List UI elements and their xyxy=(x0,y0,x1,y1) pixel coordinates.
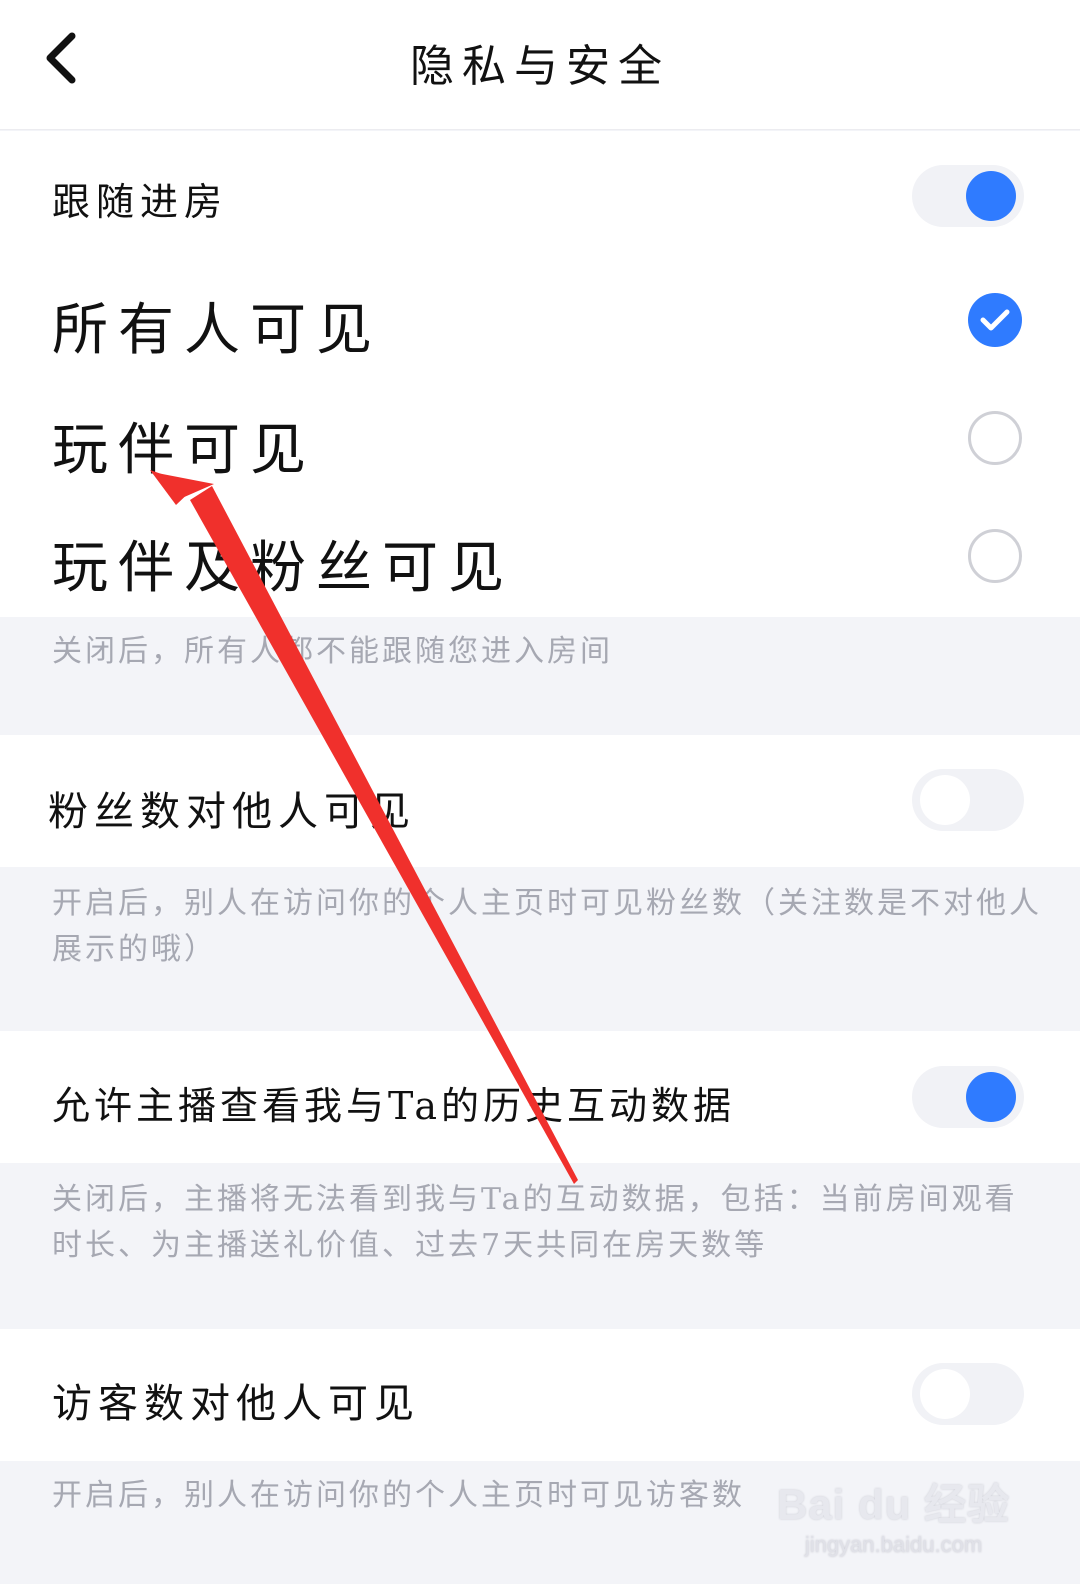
option-everyone-row[interactable]: 所有人可见 xyxy=(0,261,1080,381)
toggle-knob xyxy=(966,171,1016,221)
visitors-visible-row: 访客数对他人可见 xyxy=(0,1329,1080,1461)
header-bar: 隐私与安全 xyxy=(0,0,1080,130)
fans-visible-toggle[interactable] xyxy=(912,769,1024,831)
option-playmates-fans-radio[interactable] xyxy=(968,529,1022,583)
follow-into-room-toggle[interactable] xyxy=(912,165,1024,227)
interaction-data-toggle[interactable] xyxy=(912,1066,1024,1128)
interaction-description-block: 关闭后，主播将无法看到我与Ta的互动数据，包括：当前房间观看时长、为主播送礼价值… xyxy=(0,1163,1080,1329)
fans-description-block: 开启后，别人在访问你的个人主页时可见粉丝数（关注数是不对他人展示的哦） xyxy=(0,867,1080,1031)
toggle-knob xyxy=(966,1072,1016,1122)
fans-visible-label: 粉丝数对他人可见 xyxy=(48,789,416,835)
follow-into-room-row: 跟随进房 xyxy=(0,131,1080,261)
toggle-knob xyxy=(920,1369,970,1419)
option-playmates-label: 玩伴可见 xyxy=(52,418,316,483)
visitors-visible-toggle[interactable] xyxy=(912,1363,1024,1425)
option-everyone-radio[interactable] xyxy=(968,293,1022,347)
watermark-url: jingyan.baidu.com xyxy=(804,1532,983,1557)
follow-description-block: 关闭后，所有人都不能跟随您进入房间 xyxy=(0,617,1080,735)
interaction-data-row: 允许主播查看我与Ta的历史互动数据 xyxy=(0,1031,1080,1163)
option-playmates-fans-label: 玩伴及粉丝可见 xyxy=(52,536,514,601)
option-playmates-row[interactable]: 玩伴可见 xyxy=(0,381,1080,499)
interaction-data-label: 允许主播查看我与Ta的历史互动数据 xyxy=(52,1084,736,1128)
follow-description: 关闭后，所有人都不能跟随您进入房间 xyxy=(52,634,613,669)
fans-description: 开启后，别人在访问你的个人主页时可见粉丝数（关注数是不对他人展示的哦） xyxy=(52,886,1042,967)
fans-visible-row: 粉丝数对他人可见 xyxy=(0,735,1080,867)
option-playmates-radio[interactable] xyxy=(968,411,1022,465)
follow-into-room-label: 跟随进房 xyxy=(52,180,229,224)
baidu-watermark: Bai du 经验 jingyan.baidu.com xyxy=(777,1471,1010,1558)
visitors-visible-label: 访客数对他人可见 xyxy=(52,1381,420,1427)
privacy-security-page: 隐私与安全 跟随进房 所有人可见 玩伴可见 玩伴及粉丝可见 关闭后，所有人都不能… xyxy=(0,0,1080,1584)
toggle-knob xyxy=(920,775,970,825)
interaction-description: 关闭后，主播将无法看到我与Ta的互动数据，包括：当前房间观看时长、为主播送礼价值… xyxy=(52,1182,1018,1263)
watermark-logo: Bai du 经验 xyxy=(776,1481,1010,1528)
checkmark-icon xyxy=(980,309,1010,331)
option-playmates-fans-row[interactable]: 玩伴及粉丝可见 xyxy=(0,499,1080,617)
page-title: 隐私与安全 xyxy=(410,41,670,92)
option-everyone-label: 所有人可见 xyxy=(52,298,382,363)
